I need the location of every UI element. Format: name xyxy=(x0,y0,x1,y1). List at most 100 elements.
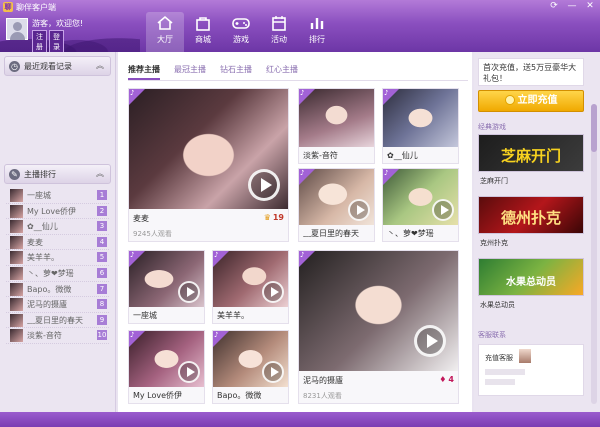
nav-label: 商城 xyxy=(195,35,211,44)
anchor-card-featured[interactable]: 泥马的摄廬 ♦4 8231人观看 xyxy=(298,250,459,404)
tab-heart[interactable]: 红心主播 xyxy=(266,64,298,80)
play-icon[interactable] xyxy=(414,325,446,357)
rank-name: 丶、萝❤梦瑶 xyxy=(27,268,74,278)
footer-bar xyxy=(0,412,600,427)
game-label[interactable]: 克州扑克 xyxy=(480,238,508,248)
anchor-name: Bapo。微微 xyxy=(217,391,262,400)
service-box[interactable]: 充值客服 xyxy=(478,344,584,396)
recharge-button[interactable]: 立即充值 xyxy=(478,90,584,112)
anchor-photo xyxy=(299,169,374,225)
anchor-name: 一座城 xyxy=(133,311,157,320)
game-label[interactable]: 芝麻开门 xyxy=(480,176,508,186)
anchor-card[interactable]: 美羊羊。 xyxy=(212,250,289,324)
list-item[interactable]: My Love侨伊 2 xyxy=(6,204,109,220)
play-icon[interactable] xyxy=(178,281,200,303)
login-button[interactable]: 登录 xyxy=(49,30,64,52)
anchor-card[interactable]: ﹏夏日里的春天 xyxy=(298,168,375,242)
avatar xyxy=(10,189,23,202)
anchor-name: 淡紫-音符 xyxy=(303,151,338,160)
nav-item-ranking[interactable]: 排行 xyxy=(298,12,336,52)
anchor-card[interactable]: 淡紫-音符 xyxy=(298,88,375,164)
register-button[interactable]: 注册 xyxy=(32,30,47,52)
anchor-card[interactable]: 一座城 xyxy=(128,250,205,324)
anchor-name: 美羊羊。 xyxy=(217,311,249,320)
collapse-icon[interactable]: ︽ xyxy=(96,60,104,71)
game-label[interactable]: 水果总动员 xyxy=(480,300,515,310)
service-info-placeholder xyxy=(485,369,525,375)
play-icon[interactable] xyxy=(248,169,280,201)
game-banner-poker[interactable]: 德州扑克 xyxy=(478,196,584,234)
diamond-icon: ♦ xyxy=(439,375,447,384)
left-sidebar: ◷ 最近观看记录 ︽ ✎ 主播排行 ︽ 一座城 1 My Love侨伊 2 ✿__仙… xyxy=(0,52,116,412)
nav-item-lobby[interactable]: 大厅 xyxy=(146,12,184,52)
anchor-ranking-header[interactable]: ✎ 主播排行 ︽ xyxy=(4,164,111,184)
rank-number: 6 xyxy=(97,267,107,278)
nav-label: 活动 xyxy=(271,35,287,44)
list-item[interactable]: 麦麦 4 xyxy=(6,235,109,251)
nav-item-games[interactable]: 游戏 xyxy=(222,12,260,52)
anchor-card[interactable]: ✿__仙儿 xyxy=(382,88,459,164)
rank-number: 8 xyxy=(97,299,107,310)
anchor-name: 麦麦 xyxy=(133,214,149,223)
anchor-name: My Love侨伊 xyxy=(133,391,183,400)
rank-number: 2 xyxy=(97,205,107,216)
list-item[interactable]: 泥马的摄廬 8 xyxy=(6,297,109,313)
anchor-card-featured[interactable]: 麦麦 ♛19 9245人观看 xyxy=(128,88,289,242)
music-note-icon xyxy=(299,89,315,105)
rank-name: My Love侨伊 xyxy=(27,206,77,216)
list-item[interactable]: 淡紫-音符 10 xyxy=(6,328,109,344)
anchor-name: 丶、萝❤梦瑶 xyxy=(387,229,434,238)
recent-history-header[interactable]: ◷ 最近观看记录 ︽ xyxy=(4,56,111,76)
play-icon[interactable] xyxy=(178,361,200,383)
gamepad-icon xyxy=(232,18,250,29)
anchor-card[interactable]: My Love侨伊 xyxy=(128,330,205,404)
rank-name: 美羊羊。 xyxy=(27,253,59,263)
list-item[interactable]: ﹏夏日里的春天 9 xyxy=(6,313,109,329)
badge-count: 19 xyxy=(272,213,284,222)
app-logo-icon: 聊 xyxy=(3,2,13,12)
crown-icon: ♛ xyxy=(263,213,271,222)
list-item[interactable]: Bapo。微微 7 xyxy=(6,282,109,298)
collapse-icon[interactable]: ︽ xyxy=(96,168,104,179)
scrollbar-thumb[interactable] xyxy=(591,104,597,152)
anchor-ranking-title: 主播排行 xyxy=(24,170,56,179)
avatar xyxy=(10,298,23,312)
avatar[interactable] xyxy=(6,18,28,40)
list-item[interactable]: 美羊羊。 5 xyxy=(6,250,109,266)
list-item[interactable]: 丶、萝❤梦瑶 6 xyxy=(6,266,109,282)
service-label: 充值客服 xyxy=(485,354,513,362)
rank-name: 麦麦 xyxy=(27,237,43,247)
tab-top[interactable]: 最冠主播 xyxy=(174,64,206,80)
play-icon[interactable] xyxy=(348,199,370,221)
window-controls: ⟳ — ✕ xyxy=(548,1,596,11)
greeting-text: 游客，欢迎您! xyxy=(32,19,84,28)
tab-diamond[interactable]: 钻石主播 xyxy=(220,64,252,80)
avatar xyxy=(10,282,23,296)
scrollbar[interactable] xyxy=(591,104,597,404)
play-icon[interactable] xyxy=(262,281,284,303)
list-item[interactable]: ✿__仙儿 3 xyxy=(6,219,109,235)
anchor-photo xyxy=(299,89,374,147)
nav-item-events[interactable]: 活动 xyxy=(260,12,298,52)
anchor-card[interactable]: Bapo。微微 xyxy=(212,330,289,404)
rank-number: 10 xyxy=(97,330,107,341)
nav-item-mall[interactable]: 商城 xyxy=(184,12,222,52)
anchor-card[interactable]: 丶、萝❤梦瑶 xyxy=(382,168,459,242)
close-icon[interactable]: ✕ xyxy=(584,1,596,11)
game-banner-fruit[interactable]: 水果总动员 xyxy=(478,258,584,296)
play-icon[interactable] xyxy=(262,361,284,383)
list-item[interactable]: 一座城 1 xyxy=(6,188,109,204)
music-note-icon xyxy=(299,251,315,267)
music-note-icon xyxy=(129,89,145,105)
game-banner-sesame[interactable]: 芝麻开门 xyxy=(478,134,584,172)
rank-name: 一座城 xyxy=(27,191,51,200)
game-title: 水果总动员 xyxy=(506,277,556,288)
minimize-icon[interactable]: — xyxy=(566,1,578,11)
tab-recommended[interactable]: 推荐主播 xyxy=(128,64,160,80)
bag-icon xyxy=(196,17,210,31)
refresh-icon[interactable]: ⟳ xyxy=(548,1,560,11)
play-icon[interactable] xyxy=(432,199,454,221)
avatar xyxy=(10,220,23,234)
clock-icon: ◷ xyxy=(9,61,20,72)
bar-chart-icon xyxy=(310,18,324,29)
